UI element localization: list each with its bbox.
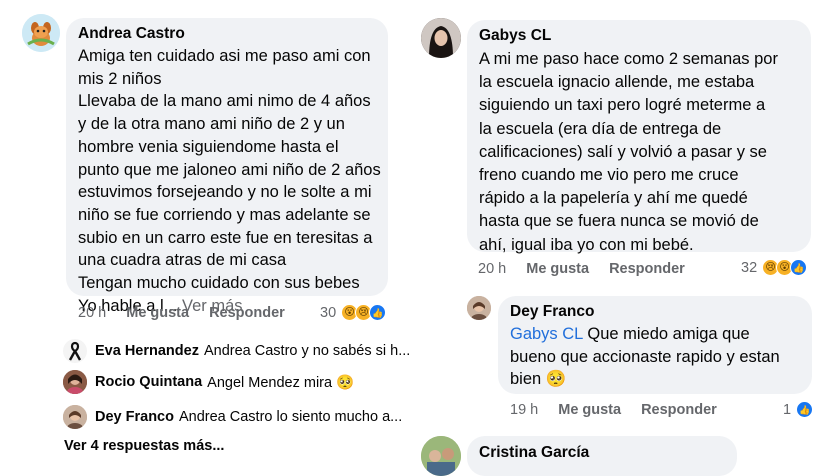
comment-line: hasta que se fuera nunca se movió de <box>479 212 759 231</box>
comment-line: punto que me jaloneo ami niño de 2 años <box>78 160 381 179</box>
comment-line: niño se fue corriendo y mas adelante se <box>78 205 371 224</box>
reply-line: bueno que accionaste rapido y estan <box>510 347 780 366</box>
comment-line: calificaciones) salí y volvió a pasar y … <box>479 142 767 161</box>
reaction-summary[interactable]: 32 😢 😮 👍 <box>741 259 808 276</box>
reply-text: Andrea Castro lo siento mucho a... <box>178 409 403 425</box>
reply-timestamp[interactable]: 19 h <box>510 402 538 418</box>
like-reaction-icon: 👍 <box>369 304 387 321</box>
comment-line: Tengan mucho cuidado con sus bebes <box>78 274 360 293</box>
comment-line: rápido a la papelería y ahí me quedé <box>479 189 748 208</box>
comment-line: estuvimos forsejeando y no le solte a mi <box>78 183 372 202</box>
comment-line: freno cuando me vio pero me cruce <box>479 166 739 185</box>
reply-bubble: Dey Franco Gabys CL Que miedo amiga que … <box>498 296 812 394</box>
avatar[interactable] <box>467 296 491 320</box>
reply-item[interactable]: Eva Hernandez Andrea Castro y no sabés s… <box>63 339 410 363</box>
reply-line: Gabys CL Que miedo amiga que <box>510 323 810 346</box>
reply-text: Angel Mendez mira 🥺 <box>207 374 355 391</box>
reaction-summary[interactable]: 30 😮 😢 👍 <box>320 304 387 321</box>
comment-bubble: Cristina García <box>467 436 737 476</box>
reply-line: bien 🥺 <box>510 370 567 388</box>
reply-button[interactable]: Responder <box>609 261 685 277</box>
avatar-dog-icon <box>22 14 60 52</box>
reply-author[interactable]: Dey Franco <box>95 409 174 425</box>
comment-line: hombre venia siguiendome hasta el <box>78 137 339 156</box>
comment-author[interactable]: Cristina García <box>479 444 589 462</box>
comment-line: la escuela ignacio allende, me estaba <box>479 73 755 92</box>
like-button[interactable]: Me gusta <box>558 402 621 418</box>
profile-photo-icon <box>63 405 87 429</box>
reply-item[interactable]: Dey Franco Andrea Castro lo siento mucho… <box>63 405 402 429</box>
reaction-count: 32 <box>741 259 758 276</box>
avatar[interactable] <box>421 436 461 476</box>
reply-line-text: Que miedo amiga que <box>587 325 750 343</box>
reply-text: Gabys CL Que miedo amiga que bueno que a… <box>510 323 810 391</box>
reaction-count: 30 <box>320 304 337 321</box>
comment-bubble: Andrea Castro Amiga ten cuidado asi me p… <box>66 18 388 315</box>
comment-bubble: Gabys CL A mi me paso hace como 2 semana… <box>467 20 811 254</box>
comment-line: mis 2 niños <box>78 69 162 88</box>
avatar[interactable] <box>22 14 60 52</box>
comment-line: una cuadra atras de mi casa <box>78 251 287 270</box>
comment-actions: 20 h Me gusta Responder <box>78 305 305 321</box>
reply-button[interactable]: Responder <box>209 305 285 321</box>
reply-author[interactable]: Rocio Quintana <box>95 374 202 390</box>
profile-photo-icon <box>467 296 491 320</box>
comment-text: Amiga ten cuidado asi me paso ami con mi… <box>78 45 384 317</box>
reply-button[interactable]: Responder <box>641 402 717 418</box>
profile-photo-icon <box>421 436 461 476</box>
mention-link[interactable]: Gabys CL <box>510 325 583 343</box>
reply-item[interactable]: Rocio Quintana Angel Mendez mira 🥺 <box>63 370 354 394</box>
black-ribbon-icon <box>63 339 87 363</box>
comment-actions: 20 h Me gusta Responder <box>478 261 705 277</box>
comment-author[interactable]: Gabys CL <box>479 27 551 45</box>
comment-line: subio en un carro este fue en teresitas … <box>78 228 373 247</box>
like-button[interactable]: Me gusta <box>526 261 589 277</box>
comment-timestamp[interactable]: 20 h <box>478 261 506 277</box>
profile-photo-icon <box>63 370 87 394</box>
reaction-summary[interactable]: 1 👍 <box>783 401 814 418</box>
comment-line: ahí, igual iba yo con mi bebé. <box>479 235 694 254</box>
avatar[interactable] <box>421 18 461 58</box>
reply-avatar <box>63 370 87 394</box>
reply-author[interactable]: Eva Hernandez <box>95 343 199 359</box>
reply-text: Andrea Castro y no sabés si h... <box>203 343 411 359</box>
comment-line: Amiga ten cuidado asi me paso ami con <box>78 47 371 65</box>
comment-line: la escuela (era día de entrega de <box>479 119 722 138</box>
comment-line: Llevaba de la mano ami nimo de 4 años <box>78 92 371 111</box>
reply-author[interactable]: Dey Franco <box>510 303 594 321</box>
reply-avatar <box>63 405 87 429</box>
reaction-count: 1 <box>783 401 792 418</box>
comment-timestamp[interactable]: 20 h <box>78 305 106 321</box>
reply-actions: 19 h Me gusta Responder <box>510 402 737 418</box>
like-reaction-icon: 👍 <box>796 401 814 418</box>
reply-avatar <box>63 339 87 363</box>
comment-author[interactable]: Andrea Castro <box>78 25 185 43</box>
like-reaction-icon: 👍 <box>790 259 808 276</box>
comment-line: A mi me paso hace como 2 semanas por <box>479 50 778 68</box>
like-button[interactable]: Me gusta <box>126 305 189 321</box>
view-more-replies-link[interactable]: Ver 4 respuestas más... <box>64 438 224 454</box>
comment-line: siguiendo un taxi pero logré meterme a <box>479 96 766 115</box>
profile-photo-icon <box>421 18 461 58</box>
comment-line: y de la otra mano ami niño de 2 y un <box>78 115 345 134</box>
comment-text: A mi me paso hace como 2 semanas por la … <box>479 48 807 257</box>
